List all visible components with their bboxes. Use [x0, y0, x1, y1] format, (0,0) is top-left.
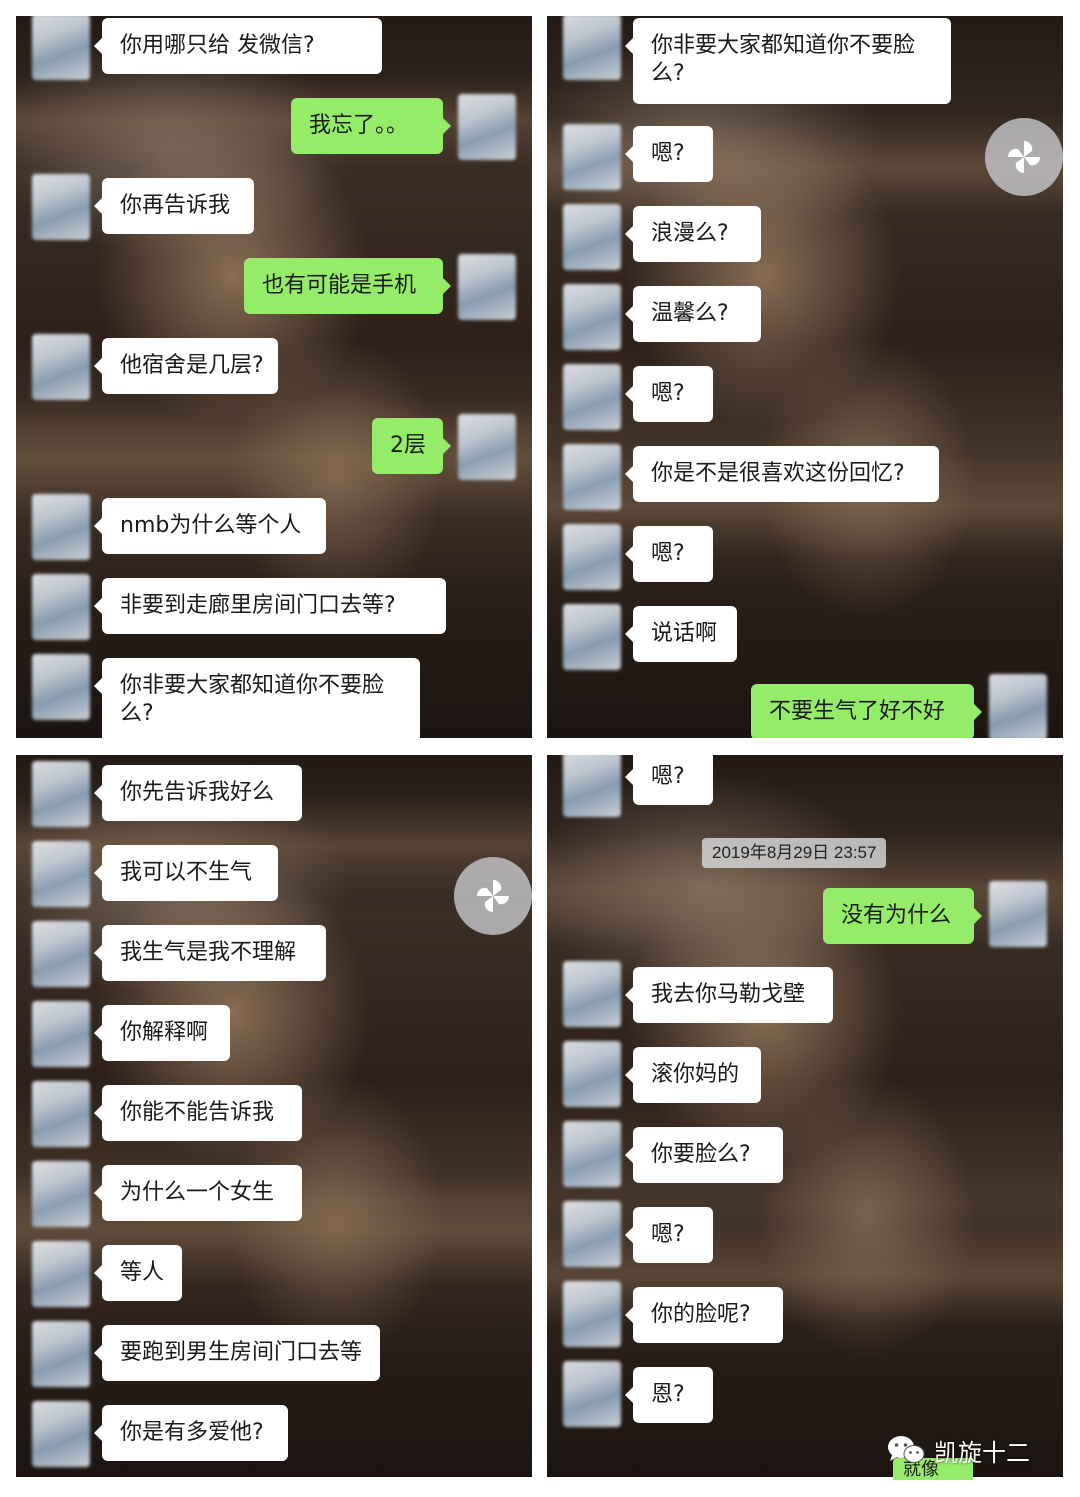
chat-panel-top-left: 你用哪只给 发微信? 我忘了。。 你再告诉我 也有可能是手机 他宿舍是几层? 2…	[16, 16, 532, 738]
pinwheel-icon	[476, 879, 510, 913]
avatar[interactable]	[563, 16, 621, 80]
watermark: 凯旋十二	[886, 1430, 1030, 1470]
message-bubble-incoming[interactable]: 我生气是我不理解	[94, 925, 326, 981]
avatar[interactable]	[563, 1201, 621, 1267]
avatar[interactable]	[32, 1161, 90, 1227]
avatar[interactable]	[32, 761, 90, 827]
avatar[interactable]	[32, 334, 90, 400]
message-bubble-incoming[interactable]: 为什么一个女生	[94, 1165, 302, 1221]
avatar[interactable]	[32, 654, 90, 720]
wechat-icon	[888, 1436, 925, 1463]
avatar[interactable]	[563, 961, 621, 1027]
avatar[interactable]	[32, 174, 90, 240]
message-bubble-outgoing[interactable]: 也有可能是手机	[244, 258, 451, 314]
avatar[interactable]	[458, 254, 516, 320]
avatar[interactable]	[989, 674, 1047, 738]
message-bubble-incoming[interactable]: nmb为什么等个人	[94, 498, 326, 554]
chat-panel-bottom-left: 你先告诉我好么 我可以不生气 我生气是我不理解 你解释啊 你能不能告诉我 为什么…	[16, 755, 532, 1477]
avatar[interactable]	[32, 1401, 90, 1467]
message-bubble-incoming[interactable]: 你先告诉我好么	[94, 765, 302, 821]
avatar[interactable]	[458, 94, 516, 160]
avatar[interactable]	[563, 124, 621, 190]
message-bubble-incoming[interactable]: 恩?	[625, 1367, 713, 1423]
message-bubble-incoming[interactable]: 嗯?	[625, 1207, 713, 1263]
message-bubble-incoming[interactable]: 你非要大家都知道你不要脸么?	[94, 658, 420, 738]
message-bubble-incoming[interactable]: 我去你马勒戈壁	[625, 967, 833, 1023]
message-bubble-incoming[interactable]: 嗯?	[625, 366, 713, 422]
message-bubble-incoming[interactable]: 你再告诉我	[94, 178, 254, 234]
message-bubble-incoming[interactable]: 他宿舍是几层?	[94, 338, 278, 394]
avatar[interactable]	[32, 841, 90, 907]
message-bubble-outgoing[interactable]: 不要生气了好不好	[751, 684, 982, 738]
avatar[interactable]	[563, 604, 621, 670]
avatar[interactable]	[458, 414, 516, 480]
message-bubble-incoming[interactable]: 浪漫么?	[625, 206, 761, 262]
avatar[interactable]	[563, 1361, 621, 1427]
avatar[interactable]	[32, 494, 90, 560]
avatar[interactable]	[563, 364, 621, 430]
message-bubble-incoming[interactable]: 等人	[94, 1245, 182, 1301]
avatar[interactable]	[32, 574, 90, 640]
message-bubble-incoming[interactable]: 你用哪只给 发微信?	[94, 18, 382, 74]
message-bubble-incoming[interactable]: 说话啊	[625, 606, 737, 662]
avatar[interactable]	[32, 921, 90, 987]
floating-window-button[interactable]	[454, 857, 532, 935]
chat-panel-top-right: 你非要大家都知道你不要脸么? 嗯? 浪漫么? 温馨么? 嗯? 你是不是很喜欢这份…	[547, 16, 1063, 738]
chat-panel-bottom-right: 嗯? 2019年8月29日 23:57 没有为什么 我去你马勒戈壁 滚你妈的 你…	[547, 755, 1063, 1477]
avatar[interactable]	[563, 444, 621, 510]
message-bubble-incoming[interactable]: 我可以不生气	[94, 845, 278, 901]
watermark-text: 凯旋十二	[934, 1438, 1030, 1467]
message-bubble-incoming[interactable]: 非要到走廊里房间门口去等?	[94, 578, 446, 634]
message-bubble-outgoing[interactable]: 没有为什么	[823, 888, 982, 944]
avatar[interactable]	[32, 1321, 90, 1387]
avatar[interactable]	[32, 16, 90, 80]
pinwheel-icon	[1007, 140, 1041, 174]
message-bubble-incoming[interactable]: 你能不能告诉我	[94, 1085, 302, 1141]
avatar[interactable]	[563, 1041, 621, 1107]
message-bubble-incoming[interactable]: 要跑到男生房间门口去等	[94, 1325, 380, 1381]
message-timestamp: 2019年8月29日 23:57	[702, 838, 887, 868]
background-band	[16, 76, 532, 166]
avatar[interactable]	[563, 1121, 621, 1187]
avatar[interactable]	[32, 1001, 90, 1067]
message-bubble-incoming[interactable]: 你要脸么?	[625, 1127, 783, 1183]
message-bubble-incoming[interactable]: 嗯?	[625, 526, 713, 582]
avatar[interactable]	[32, 1081, 90, 1147]
floating-window-button[interactable]	[985, 118, 1063, 196]
avatar[interactable]	[989, 881, 1047, 947]
message-bubble-incoming[interactable]: 你的脸呢?	[625, 1287, 783, 1343]
message-bubble-incoming[interactable]: 你非要大家都知道你不要脸么?	[625, 18, 951, 104]
message-bubble-incoming[interactable]: 嗯?	[625, 755, 713, 805]
message-bubble-incoming[interactable]: 你是不是很喜欢这份回忆?	[625, 446, 939, 502]
message-bubble-incoming[interactable]: 你解释啊	[94, 1005, 230, 1061]
message-bubble-incoming[interactable]: 温馨么?	[625, 286, 761, 342]
message-bubble-outgoing[interactable]: 我忘了。。	[291, 98, 451, 154]
message-bubble-incoming[interactable]: 嗯?	[625, 126, 713, 182]
avatar[interactable]	[563, 204, 621, 270]
message-bubble-outgoing[interactable]: 2层	[372, 418, 451, 474]
avatar[interactable]	[32, 1241, 90, 1307]
avatar[interactable]	[563, 1281, 621, 1347]
avatar[interactable]	[563, 284, 621, 350]
avatar[interactable]	[563, 524, 621, 590]
avatar[interactable]	[563, 755, 621, 817]
message-bubble-incoming[interactable]: 滚你妈的	[625, 1047, 761, 1103]
message-bubble-incoming[interactable]: 你是有多爱他?	[94, 1405, 288, 1461]
